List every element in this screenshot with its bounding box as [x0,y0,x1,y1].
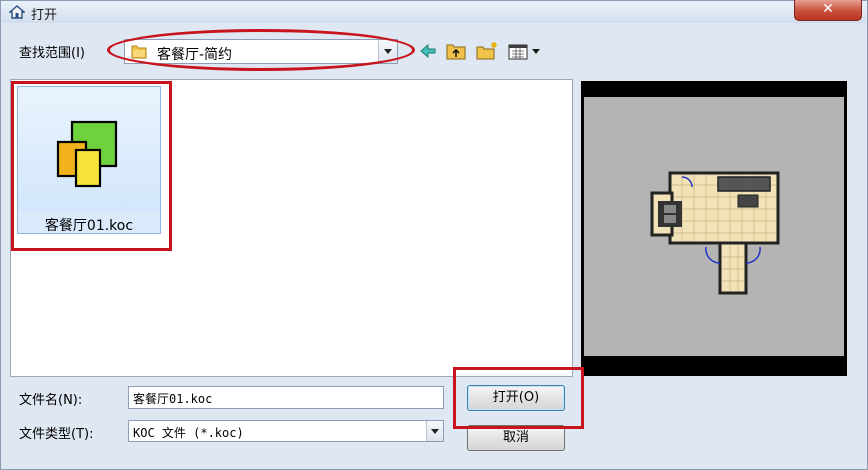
filename-label: 文件名(N): [19,393,83,408]
cancel-button-label: 取消 [502,430,529,445]
file-item[interactable]: 客餐厅01.koc [17,86,161,234]
floor-plan-preview [650,171,780,295]
look-in-value: 客餐厅-简约 [157,47,233,63]
view-menu-icon[interactable] [507,41,545,61]
folder-icon [131,45,147,59]
back-arrow-icon[interactable] [419,41,437,61]
open-dialog: 打开 ✕ 查找范围(I) 客餐厅-简约 客餐厅01.koc 文件名(N): 客餐… [0,0,868,470]
filetype-dropdown[interactable]: KOC 文件 (*.koc) [128,420,444,442]
preview-pane [581,81,847,376]
filetype-value: KOC 文件 (*.koc) [133,426,244,440]
close-button[interactable]: ✕ [794,0,862,21]
filetype-label: 文件类型(T): [19,427,94,442]
look-in-label: 查找范围(I) [19,46,85,61]
open-button[interactable]: 打开(O) [467,385,565,411]
new-folder-icon[interactable] [475,41,499,61]
title-bar: 打开 ✕ [1,0,867,23]
preview-canvas [584,97,844,356]
up-folder-icon[interactable] [445,41,467,61]
chevron-down-icon[interactable] [426,421,443,441]
koc-file-icon [56,120,118,188]
window-title: 打开 [31,8,58,23]
cancel-button[interactable]: 取消 [467,425,565,451]
file-list[interactable]: 客餐厅01.koc [10,79,573,377]
look-in-dropdown[interactable]: 客餐厅-简约 [124,39,398,64]
close-icon: ✕ [822,1,834,17]
file-name: 客餐厅01.koc [44,218,134,234]
open-button-label: 打开(O) [492,390,540,405]
home-app-icon [9,5,25,19]
chevron-down-icon[interactable] [378,40,397,63]
filename-input[interactable]: 客餐厅01.koc [128,386,444,409]
